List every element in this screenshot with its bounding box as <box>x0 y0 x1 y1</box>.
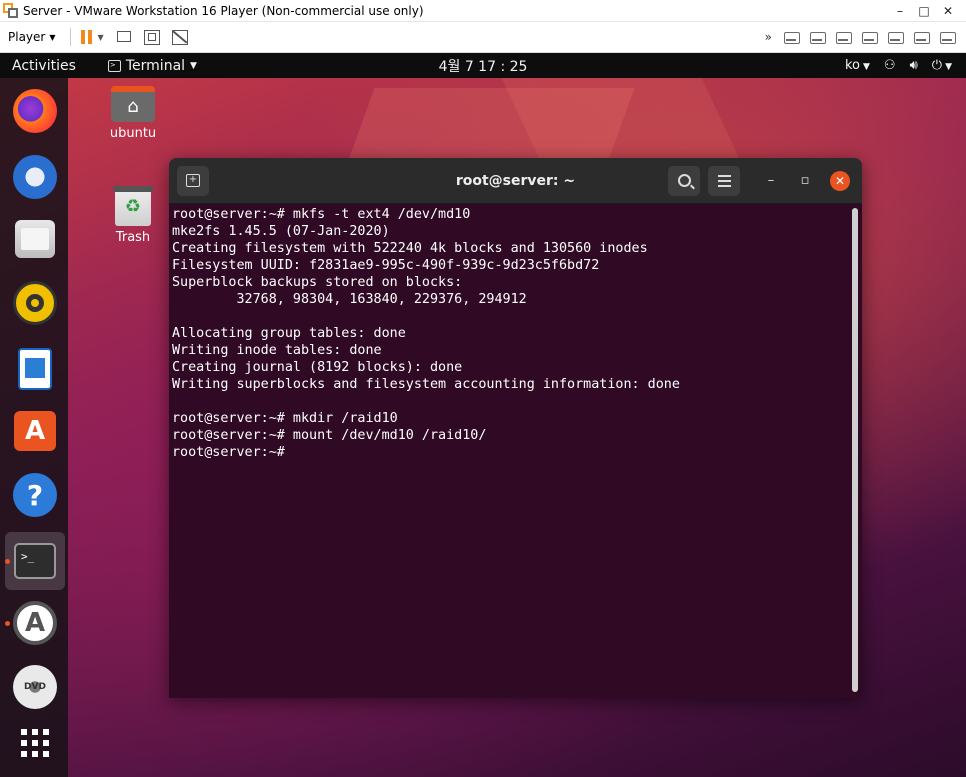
terminal-line: Writing inode tables: done <box>172 343 382 358</box>
trash-icon <box>113 186 153 226</box>
libreoffice-writer-icon <box>18 348 52 390</box>
terminal-line: Writing superblocks and filesystem accou… <box>172 377 680 392</box>
hard-disk-icon[interactable] <box>782 29 802 45</box>
input-method-indicator[interactable]: ko ▼ <box>845 58 870 73</box>
dock-item-updater[interactable]: A <box>5 594 65 652</box>
running-indicator <box>5 559 10 564</box>
vmware-logo-icon <box>3 2 19 19</box>
player-menu[interactable]: Player ▼ <box>0 22 64 52</box>
chevron-down-icon: ▼ <box>49 32 56 42</box>
window-title: Server - VMware Workstation 16 Player (N… <box>23 3 424 18</box>
terminal-icon: >_ <box>14 543 56 579</box>
dock-item-dvd[interactable]: DVD <box>5 658 65 716</box>
desktop-icon-trash[interactable]: Trash <box>98 186 168 245</box>
dock-item-software[interactable]: A <box>5 402 65 460</box>
vmware-toolbar: Player ▼ ▼ » <box>0 22 966 53</box>
search-icon <box>677 174 691 187</box>
terminal-output[interactable]: root@server:~# mkfs -t ext4 /dev/md10 mk… <box>169 204 862 698</box>
power-icon[interactable]: ⏻ ▼ <box>932 58 952 73</box>
dock-item-help[interactable]: ? <box>5 466 65 524</box>
terminal-maximize-button[interactable]: ▫ <box>792 168 818 194</box>
chevron-down-icon: ▼ <box>863 62 870 72</box>
dock-item-firefox[interactable] <box>5 82 65 140</box>
activities-button[interactable]: Activities <box>0 58 88 74</box>
help-icon: ? <box>13 473 57 517</box>
vmware-title-bar: Server - VMware Workstation 16 Player (N… <box>0 0 966 22</box>
new-tab-icon: + <box>186 174 200 187</box>
terminal-line: Allocating group tables: done <box>172 326 406 341</box>
cd-dvd-icon[interactable] <box>808 29 828 45</box>
terminal-line: mke2fs 1.45.5 (07-Jan-2020) <box>172 224 390 239</box>
app-menu-label: Terminal <box>125 57 186 74</box>
app-menu[interactable]: > Terminal ▼ <box>107 57 197 74</box>
terminal-close-button[interactable]: ✕ <box>830 170 850 191</box>
terminal-minimize-button[interactable]: – <box>758 168 784 194</box>
dock-item-files[interactable] <box>5 210 65 268</box>
desktop-icon-label: Trash <box>115 230 151 245</box>
full-screen-icon[interactable] <box>143 29 161 45</box>
chevron-down-icon: ▼ <box>945 62 952 72</box>
terminal-line: 32768, 98304, 163840, 229376, 294912 <box>172 292 527 307</box>
close-button[interactable]: ✕ <box>936 4 960 18</box>
desktop-icon-home[interactable]: ubuntu <box>98 86 168 141</box>
terminal-window: + root@server: ~ – ▫ ✕ root@server:~# mk… <box>169 158 862 698</box>
usb-controller-icon[interactable] <box>860 29 880 45</box>
player-menu-label: Player <box>8 30 46 44</box>
dock: A ? >_ A DVD <box>0 78 68 777</box>
terminal-small-icon: > <box>107 59 121 72</box>
dvd-icon: DVD <box>13 665 57 709</box>
terminal-line: root@server:~# mount /dev/md10 /raid10/ <box>172 428 487 443</box>
running-indicator <box>5 621 10 626</box>
thunderbird-icon <box>13 155 57 199</box>
show-applications-button[interactable] <box>5 714 65 772</box>
volume-icon[interactable]: 🔊︎ <box>910 58 918 73</box>
firefox-icon <box>13 89 57 133</box>
ubuntu-software-icon: A <box>14 411 56 451</box>
terminal-line: Creating filesystem with 522240 4k block… <box>172 241 648 256</box>
terminal-prompt: root@server:~# <box>172 445 285 460</box>
dock-item-terminal[interactable]: >_ <box>5 532 65 590</box>
terminal-header-bar[interactable]: + root@server: ~ – ▫ ✕ <box>169 158 862 204</box>
clock[interactable]: 4월 7 17 : 25 <box>439 59 528 75</box>
terminal-line: root@server:~# mkdir /raid10 <box>172 411 398 426</box>
network-adapter-icon[interactable] <box>834 29 854 45</box>
toolbar-divider <box>69 28 71 46</box>
sound-card-icon[interactable] <box>886 29 906 45</box>
chevron-down-icon: ▼ <box>190 60 197 71</box>
grid-icon <box>21 729 49 757</box>
hamburger-menu-icon <box>717 174 731 187</box>
pause-icon[interactable] <box>80 30 92 44</box>
terminal-line: Filesystem UUID: f2831ae9-995c-490f-939c… <box>172 258 600 273</box>
printer-icon[interactable] <box>912 29 932 45</box>
input-method-label: ko <box>844 58 860 73</box>
software-updater-icon: A <box>13 601 57 645</box>
send-ctrl-alt-del-icon[interactable] <box>115 29 133 45</box>
rhythmbox-icon <box>13 281 57 325</box>
terminal-line: Superblock backups stored on blocks: <box>172 275 463 290</box>
search-button[interactable] <box>668 165 700 196</box>
more-devices-icon[interactable]: » <box>765 30 772 44</box>
display-icon[interactable] <box>938 29 958 45</box>
files-icon <box>15 220 55 258</box>
home-folder-icon <box>111 86 155 122</box>
terminal-line: root@server:~# mkfs -t ext4 /dev/md10 <box>172 207 471 222</box>
ubuntu-top-bar: 4월 7 17 : 25 Activities > Terminal ▼ ko ▼… <box>0 53 966 78</box>
terminal-line: Creating journal (8192 blocks): done <box>172 360 463 375</box>
desktop-icon-label: ubuntu <box>109 126 157 141</box>
dock-item-rhythmbox[interactable] <box>5 274 65 332</box>
menu-button[interactable] <box>708 165 740 196</box>
minimize-button[interactable]: – <box>888 4 912 18</box>
pause-dropdown-icon[interactable]: ▼ <box>98 33 104 42</box>
dock-item-writer[interactable] <box>5 340 65 398</box>
terminal-scrollbar[interactable] <box>852 208 858 692</box>
maximize-button[interactable]: □ <box>912 4 936 18</box>
dock-item-thunderbird[interactable] <box>5 148 65 206</box>
network-icon[interactable]: ⚇ <box>884 58 896 73</box>
new-tab-button[interactable]: + <box>177 165 209 196</box>
unity-icon[interactable] <box>171 29 189 45</box>
